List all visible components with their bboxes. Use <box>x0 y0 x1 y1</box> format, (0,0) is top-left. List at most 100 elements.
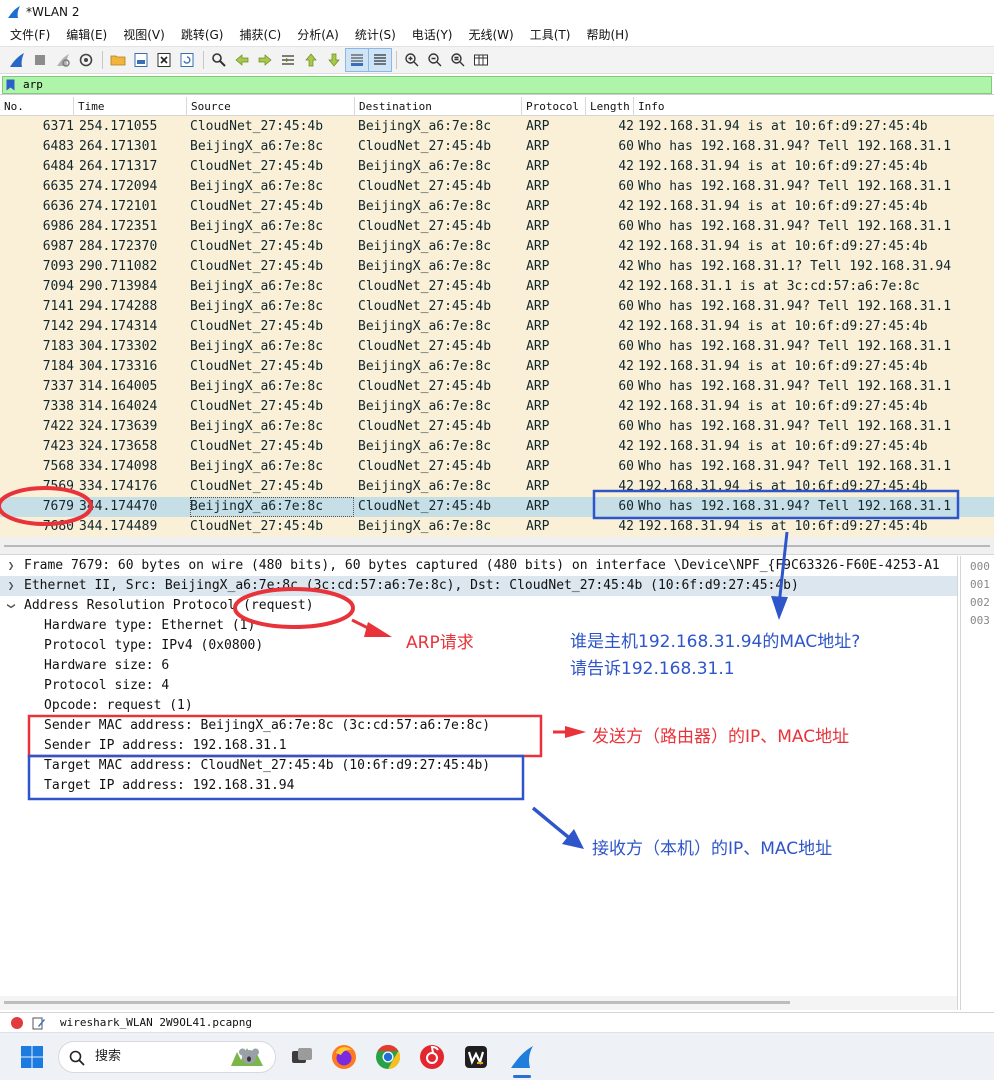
menu-statistics[interactable]: 统计(S) <box>347 24 404 46</box>
menu-bar: 文件(F) 编辑(E) 视图(V) 跳转(G) 捕获(C) 分析(A) 统计(S… <box>0 24 994 46</box>
wireshark-taskbar-icon[interactable] <box>508 1043 536 1071</box>
reload-file-button[interactable] <box>176 49 198 71</box>
column-header-info[interactable]: Info <box>634 97 994 116</box>
packet-row[interactable]: 7337 314.164005 BeijingX_a6:7e:8c CloudNet_… <box>0 377 994 397</box>
packet-source: CloudNet_27:45:4b <box>190 319 324 334</box>
find-packet-button[interactable] <box>208 49 230 71</box>
auto-scroll-button[interactable] <box>345 48 369 72</box>
zoom-out-button[interactable] <box>424 49 446 71</box>
go-to-packet-button[interactable] <box>277 49 299 71</box>
menu-help[interactable]: 帮助(H) <box>578 24 636 46</box>
packet-row[interactable]: 7093 290.711082 CloudNet_27:45:4b BeijingX_… <box>0 257 994 277</box>
start-capture-button[interactable] <box>6 49 28 71</box>
packet-row[interactable]: 6484 264.171317 CloudNet_27:45:4b BeijingX_… <box>0 157 994 177</box>
packet-row[interactable]: 6986 284.172351 BeijingX_a6:7e:8c CloudNet_… <box>0 217 994 237</box>
stop-capture-button[interactable] <box>29 49 51 71</box>
annotation-question-line1: 谁是主机192.168.31.94的MAC地址? <box>570 632 861 652</box>
zoom-in-button[interactable] <box>401 49 423 71</box>
scrollbar-thumb[interactable] <box>4 1001 790 1004</box>
packet-row[interactable]: 6371 254.171055 CloudNet_27:45:4b BeijingX_… <box>0 117 994 137</box>
packet-row[interactable]: 7142 294.174314 CloudNet_27:45:4b BeijingX_… <box>0 317 994 337</box>
packet-row[interactable]: 6483 264.171301 BeijingX_a6:7e:8c CloudNet_… <box>0 137 994 157</box>
go-forward-button[interactable] <box>254 49 276 71</box>
chevron-down-icon[interactable]: ❯ <box>1 599 21 613</box>
packet-row[interactable]: 7568 334.174098 BeijingX_a6:7e:8c CloudNet_… <box>0 457 994 477</box>
packet-protocol: ARP <box>526 519 550 534</box>
column-header-destination[interactable]: Destination <box>355 97 522 116</box>
netease-music-icon[interactable] <box>418 1043 446 1071</box>
save-file-button[interactable] <box>130 49 152 71</box>
capture-options-button[interactable] <box>75 49 97 71</box>
column-header-time[interactable]: Time <box>74 97 187 116</box>
menu-wireless[interactable]: 无线(W) <box>461 24 522 46</box>
last-packet-button[interactable] <box>323 49 345 71</box>
taskbar-search-box[interactable]: 搜索 <box>58 1041 276 1073</box>
column-header-length[interactable]: Length <box>586 97 634 116</box>
arp-field-hardware-size[interactable]: Hardware size: 6 <box>0 656 957 676</box>
windows-start-icon[interactable] <box>20 1045 44 1069</box>
packet-time: 254.171055 <box>79 119 158 134</box>
colorize-button[interactable] <box>368 48 392 72</box>
packet-info: Who has 192.168.31.94? Tell 192.168.31.1 <box>638 219 952 234</box>
packet-row[interactable]: 7423 324.173658 CloudNet_27:45:4b BeijingX_… <box>0 437 994 457</box>
packet-row[interactable]: 7680 344.174489 CloudNet_27:45:4b BeijingX_… <box>0 517 994 537</box>
firefox-icon[interactable] <box>330 1043 358 1071</box>
packet-row[interactable]: 7338 314.164024 CloudNet_27:45:4b BeijingX_… <box>0 397 994 417</box>
menu-edit[interactable]: 编辑(E) <box>58 24 115 46</box>
menu-analyze[interactable]: 分析(A) <box>289 24 347 46</box>
toolbar-separator <box>396 51 397 69</box>
arp-field-protocol-size[interactable]: Protocol size: 4 <box>0 676 957 696</box>
packet-row[interactable]: 7184 304.173316 CloudNet_27:45:4b BeijingX_… <box>0 357 994 377</box>
chevron-right-icon[interactable]: ❯ <box>4 556 18 576</box>
packet-list-horizontal-scrollbar[interactable] <box>4 545 990 547</box>
capture-status-icon[interactable] <box>11 1017 23 1029</box>
packet-row[interactable]: 7183 304.173302 BeijingX_a6:7e:8c CloudNet_… <box>0 337 994 357</box>
first-packet-button[interactable] <box>300 49 322 71</box>
tree-item-frame[interactable]: ❯ Frame 7679: 60 bytes on wire (480 bits… <box>0 556 957 576</box>
packet-row[interactable]: 7094 290.713984 BeijingX_a6:7e:8c CloudNet_… <box>0 277 994 297</box>
edit-comment-icon[interactable] <box>32 1016 46 1030</box>
tree-item-arp[interactable]: ❯ Address Resolution Protocol (request) <box>0 596 957 616</box>
pane-splitter[interactable] <box>0 537 994 555</box>
column-header-no[interactable]: No. <box>0 97 74 116</box>
arp-field-opcode[interactable]: Opcode: request (1) <box>0 696 957 716</box>
task-view-icon[interactable] <box>288 1043 316 1071</box>
chrome-icon[interactable] <box>374 1043 402 1071</box>
column-header-protocol[interactable]: Protocol <box>522 97 586 116</box>
tree-item-label: Frame 7679: 60 bytes on wire (480 bits),… <box>24 558 940 573</box>
menu-telephony[interactable]: 电话(Y) <box>404 24 461 46</box>
packet-row[interactable]: 7569 334.174176 CloudNet_27:45:4b BeijingX_… <box>0 477 994 497</box>
arp-field-target-mac[interactable]: Target MAC address: CloudNet_27:45:4b (1… <box>0 756 957 776</box>
menu-view[interactable]: 视图(V) <box>115 24 173 46</box>
details-horizontal-scrollbar[interactable] <box>0 996 957 1010</box>
packet-info: Who has 192.168.31.94? Tell 192.168.31.1 <box>638 179 952 194</box>
packet-row[interactable]: 6635 274.172094 BeijingX_a6:7e:8c CloudNet_… <box>0 177 994 197</box>
column-header-source[interactable]: Source <box>187 97 355 116</box>
window-title: *WLAN 2 <box>26 5 80 19</box>
go-back-button[interactable] <box>231 49 253 71</box>
packet-row[interactable]: 6987 284.172370 CloudNet_27:45:4b BeijingX_… <box>0 237 994 257</box>
chevron-right-icon[interactable]: ❯ <box>4 576 18 596</box>
display-filter-input[interactable]: arp <box>2 76 992 94</box>
tree-item-ethernet[interactable]: ❯ Ethernet II, Src: BeijingX_a6:7e:8c (3… <box>0 576 957 596</box>
packet-row[interactable]: 6636 274.172101 CloudNet_27:45:4b BeijingX_… <box>0 197 994 217</box>
menu-go[interactable]: 跳转(G) <box>173 24 232 46</box>
packet-source: BeijingX_a6:7e:8c <box>190 179 324 194</box>
packet-protocol: ARP <box>526 319 550 334</box>
normal-size-button[interactable] <box>447 49 469 71</box>
arp-field-target-ip[interactable]: Target IP address: 192.168.31.94 <box>0 776 957 796</box>
reload-icon <box>180 53 194 67</box>
packet-row-selected[interactable]: 7679 344.174470 BeijingX_a6:7e:8c CloudNet_… <box>0 497 994 517</box>
packet-info: Who has 192.168.31.94? Tell 192.168.31.1 <box>638 379 952 394</box>
resize-columns-button[interactable] <box>470 49 492 71</box>
packet-row[interactable]: 7141 294.174288 BeijingX_a6:7e:8c CloudNet_… <box>0 297 994 317</box>
packet-row[interactable]: 7422 324.173639 BeijingX_a6:7e:8c CloudNet_… <box>0 417 994 437</box>
open-file-button[interactable] <box>107 49 129 71</box>
menu-file[interactable]: 文件(F) <box>2 24 58 46</box>
restart-capture-button[interactable] <box>52 49 74 71</box>
menu-tools[interactable]: 工具(T) <box>522 24 579 46</box>
bookmark-icon[interactable] <box>6 79 15 91</box>
wps-office-icon[interactable] <box>462 1043 490 1071</box>
close-file-button[interactable] <box>153 49 175 71</box>
menu-capture[interactable]: 捕获(C) <box>231 24 289 46</box>
